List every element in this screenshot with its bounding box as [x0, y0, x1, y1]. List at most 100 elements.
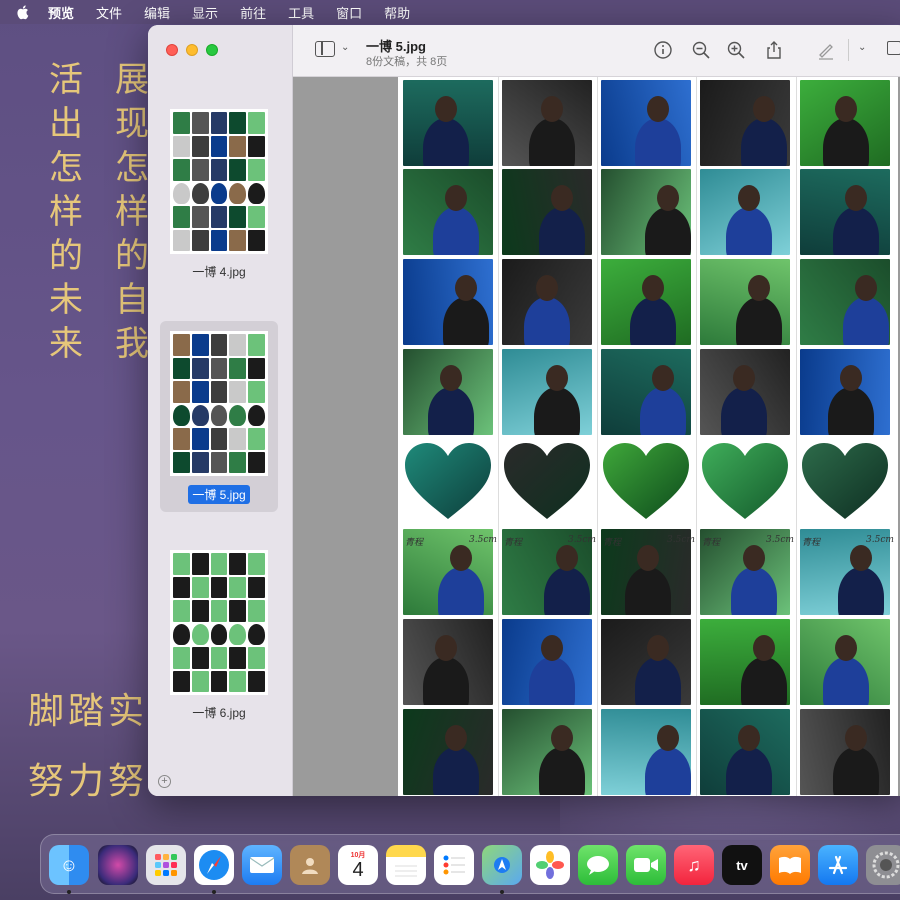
- menu-app-name[interactable]: 预览: [48, 3, 74, 22]
- messages-icon[interactable]: [578, 845, 618, 885]
- thumbnail-cell: [210, 381, 228, 403]
- thumbnail-cell: [229, 553, 247, 575]
- heart-caption-name: 青程: [405, 538, 424, 548]
- finder-icon[interactable]: ☺: [49, 845, 89, 885]
- photo-head: [546, 365, 568, 391]
- thumbnail-item[interactable]: 一博 6.jpg: [160, 550, 278, 721]
- photo-head: [748, 275, 770, 301]
- app-store-icon[interactable]: [818, 845, 858, 885]
- menu-file[interactable]: 文件: [96, 3, 122, 22]
- zoom-out-icon[interactable]: [690, 39, 712, 61]
- thumbnail-cell: [191, 135, 209, 157]
- thumbnail-cell: [173, 600, 190, 622]
- document-subtitle: 8份文稿，共 8页: [366, 56, 448, 68]
- photo-tile: [502, 619, 592, 705]
- thumbnail-cell: [229, 670, 247, 692]
- thumbnail-cell: [173, 381, 190, 403]
- thumbnail-cell: [173, 647, 190, 669]
- minimize-button[interactable]: [186, 44, 198, 56]
- tv-icon[interactable]: tv: [722, 845, 762, 885]
- safari-icon[interactable]: [194, 845, 234, 885]
- contacts-icon[interactable]: [290, 845, 330, 885]
- heart-photo: [802, 443, 888, 519]
- dock: ☺ 10月 4 ♫ tv: [40, 834, 900, 894]
- close-button[interactable]: [166, 44, 178, 56]
- thumbnail-cell: [248, 135, 265, 157]
- photo-head: [647, 635, 669, 661]
- thumbnail-cell: [248, 623, 265, 645]
- apple-menu-icon[interactable]: [16, 4, 30, 20]
- photo-figure: [423, 657, 469, 705]
- photo-head: [435, 96, 457, 122]
- photo-tile: [403, 169, 493, 255]
- photo-figure: [539, 747, 585, 795]
- launchpad-icon[interactable]: [146, 845, 186, 885]
- facetime-icon[interactable]: [626, 845, 666, 885]
- mail-icon[interactable]: [242, 845, 282, 885]
- info-icon[interactable]: [652, 39, 674, 61]
- markup-icon[interactable]: [815, 39, 837, 61]
- add-icon[interactable]: +: [158, 775, 171, 788]
- heart-caption-size: 3.5cm: [866, 535, 894, 545]
- photo-tile: [601, 259, 691, 345]
- chevron-down-icon[interactable]: ⌄: [858, 42, 866, 53]
- photo-tile: [700, 80, 790, 166]
- heart-caption-size: 3.5cm: [667, 535, 695, 545]
- thumbnail-label: 一博 5.jpg: [188, 485, 250, 504]
- music-icon[interactable]: ♫: [674, 845, 714, 885]
- photo-head: [753, 96, 775, 122]
- photo-head: [551, 185, 573, 211]
- thumbnail-cell: [173, 576, 190, 598]
- system-preferences-icon[interactable]: [866, 845, 900, 885]
- menu-go[interactable]: 前往: [240, 3, 266, 22]
- thumbnail-image: [170, 550, 268, 695]
- thumbnail-cell: [210, 229, 228, 251]
- photo-tile: [601, 169, 691, 255]
- photo-tile: [800, 619, 890, 705]
- sheet-divider: [796, 77, 797, 796]
- photo-head: [738, 725, 760, 751]
- zoom-in-icon[interactable]: [725, 39, 747, 61]
- sheet-divider: [696, 77, 697, 796]
- menu-help[interactable]: 帮助: [384, 3, 410, 22]
- thumbnail-cell: [191, 428, 209, 450]
- thumbnail-item[interactable]: 一博 4.jpg: [160, 109, 278, 280]
- thumbnail-cell: [173, 357, 190, 379]
- thumbnail-cell: [229, 229, 247, 251]
- rotate-icon[interactable]: [887, 41, 900, 55]
- thumbnail-cell: [210, 623, 228, 645]
- menu-edit[interactable]: 编辑: [144, 3, 170, 22]
- menu-window[interactable]: 窗口: [336, 3, 362, 22]
- siri-icon[interactable]: [98, 845, 138, 885]
- chevron-down-icon[interactable]: ⌄: [341, 42, 349, 53]
- menu-tools[interactable]: 工具: [288, 3, 314, 22]
- wallpaper-text-line-1: 脚踏实: [28, 691, 149, 732]
- thumbnail-item-selected[interactable]: 一博 5.jpg: [160, 321, 278, 512]
- books-icon[interactable]: [770, 845, 810, 885]
- notes-icon[interactable]: [386, 845, 426, 885]
- photo-tile: [601, 80, 691, 166]
- thumbnail-cell: [173, 229, 190, 251]
- thumbnail-cell: [248, 404, 265, 426]
- calendar-icon[interactable]: 10月 4: [338, 845, 378, 885]
- photos-icon[interactable]: [530, 845, 570, 885]
- maps-icon[interactable]: [482, 845, 522, 885]
- share-icon[interactable]: [763, 39, 785, 61]
- reminders-icon[interactable]: [434, 845, 474, 885]
- thumbnail-cell: [210, 206, 228, 228]
- photo-tile: [403, 619, 493, 705]
- photo-figure: [635, 657, 681, 705]
- thumbnail-cell: [229, 381, 247, 403]
- photo-head: [753, 635, 775, 661]
- photo-figure: [645, 747, 691, 795]
- heart-photo: [504, 443, 590, 519]
- thumbnail-cell: [248, 334, 265, 356]
- thumbnail-cell: [248, 381, 265, 403]
- zoom-button[interactable]: [206, 44, 218, 56]
- photo-tile: [800, 169, 890, 255]
- photo-head: [445, 185, 467, 211]
- photo-tile: [502, 169, 592, 255]
- sidebar-toggle-icon[interactable]: [315, 41, 335, 57]
- menu-view[interactable]: 显示: [192, 3, 218, 22]
- photo-tile: [800, 709, 890, 795]
